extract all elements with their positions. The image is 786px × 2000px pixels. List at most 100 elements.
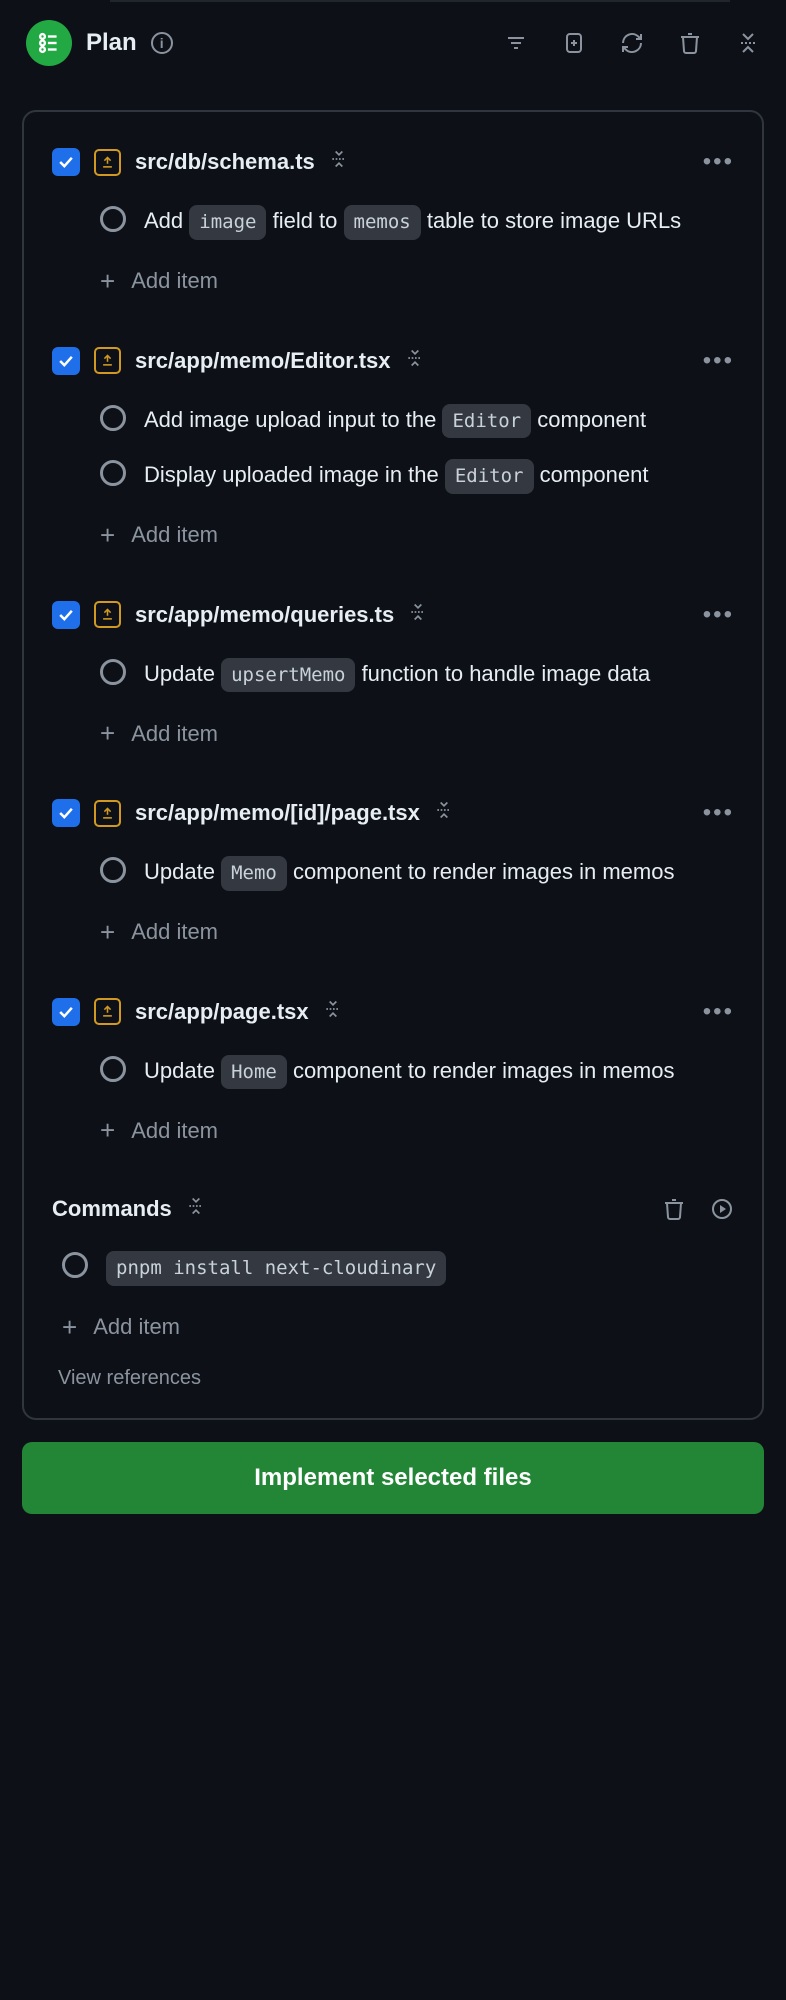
file-header: src/app/memo/[id]/page.tsx ••• [52,799,734,827]
code-pill: upsertMemo [221,658,355,693]
task-radio[interactable] [100,460,126,486]
insert-between-icon[interactable] [323,999,343,1025]
insert-between-icon[interactable] [329,149,349,175]
kebab-menu-icon[interactable]: ••• [703,998,734,1026]
task-row: Update upsertMemo function to handle ima… [52,647,734,703]
view-references-link[interactable]: View references [52,1343,734,1400]
trash-icon[interactable] [678,31,702,55]
kebab-menu-icon[interactable]: ••• [703,148,734,176]
file-checkbox[interactable] [52,601,80,629]
filter-icon[interactable] [504,31,528,55]
collapse-icon[interactable] [736,31,760,55]
plan-toolbar [504,31,760,55]
file-path[interactable]: src/app/memo/[id]/page.tsx [135,800,420,826]
task-text: Add image upload input to the Editor com… [144,403,646,439]
task-radio[interactable] [100,1056,126,1082]
task-radio[interactable] [100,405,126,431]
kebab-menu-icon[interactable]: ••• [703,799,734,827]
add-file-icon[interactable] [562,31,586,55]
file-group: src/app/memo/Editor.tsx ••• Add image uplo… [52,347,734,551]
commands-actions [662,1197,734,1221]
file-group: src/app/page.tsx ••• Update Home component… [52,998,734,1147]
file-path[interactable]: src/app/page.tsx [135,999,309,1025]
file-checkbox[interactable] [52,148,80,176]
insert-between-icon[interactable] [186,1196,206,1222]
file-header: src/app/memo/Editor.tsx ••• [52,347,734,375]
file-group: src/app/memo/[id]/page.tsx ••• Update Memo… [52,799,734,948]
task-text: Update Memo component to render images i… [144,855,674,891]
task-row: Update Home component to render images i… [52,1044,734,1100]
insert-between-icon[interactable] [434,800,454,826]
task-row: Add image field to memos table to store … [52,194,734,250]
kebab-menu-icon[interactable]: ••• [703,601,734,629]
plus-icon: + [100,718,115,749]
file-path[interactable]: src/app/memo/queries.ts [135,602,394,628]
plan-header: Plan i [0,2,786,84]
plan-panel: src/db/schema.ts ••• Add image field to me… [22,110,764,1420]
add-item-label: Add item [131,721,218,747]
file-checkbox[interactable] [52,998,80,1026]
code-pill: Editor [445,459,534,494]
code-pill: image [189,205,266,240]
file-checkbox[interactable] [52,347,80,375]
add-item-label: Add item [131,522,218,548]
task-row: Update Memo component to render images i… [52,845,734,901]
file-header: src/app/page.tsx ••• [52,998,734,1026]
plus-icon: + [100,266,115,297]
kebab-menu-icon[interactable]: ••• [703,347,734,375]
task-radio[interactable] [62,1252,88,1278]
commands-header: Commands [52,1196,734,1222]
code-pill: Home [221,1055,287,1090]
file-header: src/app/memo/queries.ts ••• [52,601,734,629]
file-diff-icon [94,347,121,374]
refresh-icon[interactable] [620,31,644,55]
plan-avatar-icon [26,20,72,66]
trash-icon[interactable] [662,1197,686,1221]
play-icon[interactable] [710,1197,734,1221]
add-item-button[interactable]: + Add item [52,250,734,297]
task-text: Update upsertMemo function to handle ima… [144,657,650,693]
code-pill: pnpm install next-cloudinary [106,1251,446,1286]
info-icon[interactable]: i [151,32,173,54]
add-item-button[interactable]: + Add item [52,1099,734,1146]
add-item-button[interactable]: + Add item [52,901,734,948]
code-pill: Editor [442,404,531,439]
plus-icon: + [100,1115,115,1146]
insert-between-icon[interactable] [405,348,425,374]
add-item-label: Add item [93,1314,180,1340]
task-row: Add image upload input to the Editor com… [52,393,734,449]
task-text: Add image field to memos table to store … [144,204,681,240]
task-text: Display uploaded image in the Editor com… [144,458,648,494]
code-pill: memos [344,205,421,240]
file-header: src/db/schema.ts ••• [52,148,734,176]
commands-title: Commands [52,1196,172,1222]
add-item-button[interactable]: + Add item [52,504,734,551]
file-diff-icon [94,998,121,1025]
file-checkbox[interactable] [52,799,80,827]
plus-icon: + [100,520,115,551]
command-row: pnpm install next-cloudinary [52,1240,734,1296]
implement-button[interactable]: Implement selected files [22,1442,764,1514]
task-row: Display uploaded image in the Editor com… [52,448,734,504]
task-text: Update Home component to render images i… [144,1054,674,1090]
plus-icon: + [62,1312,77,1343]
plus-icon: + [100,917,115,948]
task-radio[interactable] [100,857,126,883]
file-path[interactable]: src/app/memo/Editor.tsx [135,348,391,374]
file-group: src/db/schema.ts ••• Add image field to me… [52,148,734,297]
task-radio[interactable] [100,206,126,232]
plan-title: Plan [86,29,137,57]
file-path[interactable]: src/db/schema.ts [135,149,315,175]
insert-between-icon[interactable] [408,602,428,628]
add-item-button[interactable]: + Add item [52,702,734,749]
command-text: pnpm install next-cloudinary [106,1250,446,1286]
add-item-button[interactable]: + Add item [52,1296,734,1343]
file-diff-icon [94,601,121,628]
add-item-label: Add item [131,268,218,294]
code-pill: Memo [221,856,287,891]
add-item-label: Add item [131,919,218,945]
file-diff-icon [94,800,121,827]
add-item-label: Add item [131,1118,218,1144]
file-diff-icon [94,149,121,176]
task-radio[interactable] [100,659,126,685]
